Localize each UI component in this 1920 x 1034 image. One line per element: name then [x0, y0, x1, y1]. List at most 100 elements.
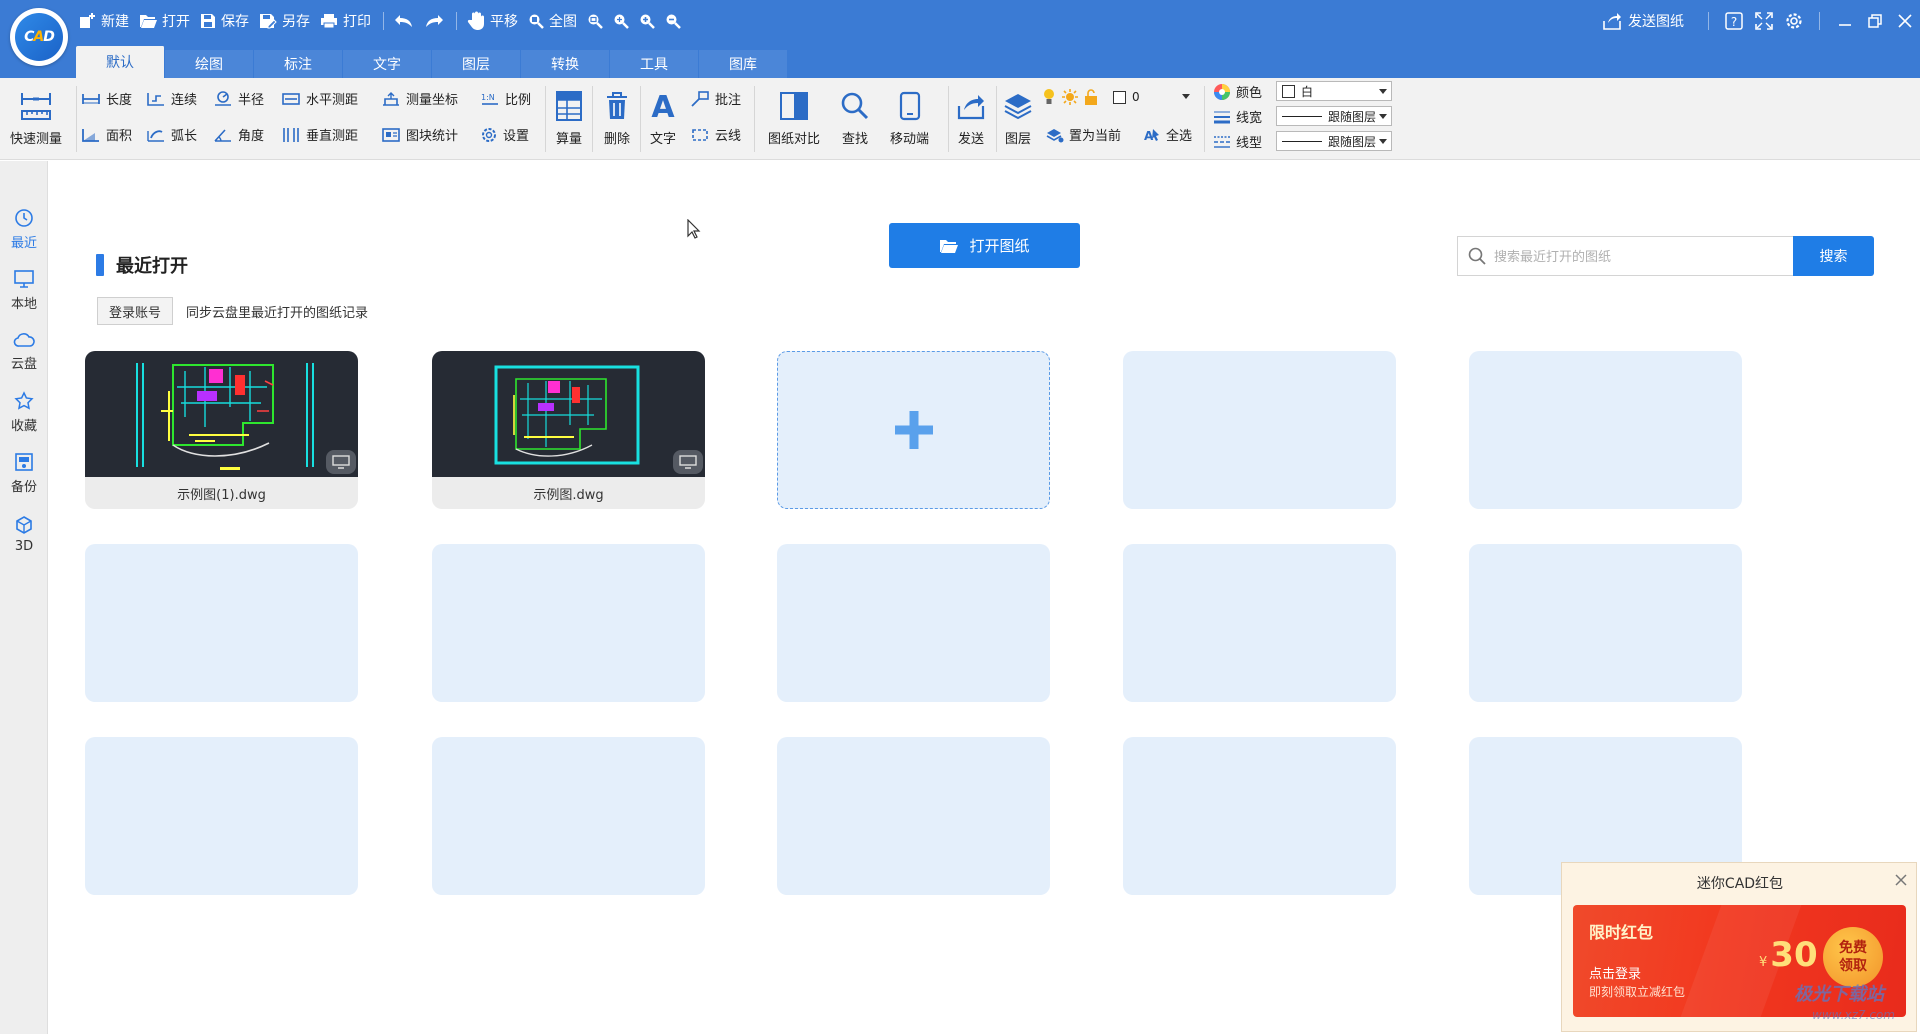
- save-as-button[interactable]: 另存: [259, 11, 310, 31]
- mouse-cursor-icon: [687, 219, 701, 239]
- length-button[interactable]: 长度: [81, 89, 132, 108]
- layer-state-group: [1042, 88, 1103, 106]
- drawing-compare-button[interactable]: 图纸对比: [768, 84, 820, 147]
- horizontal-distance-button[interactable]: 水平测距: [281, 89, 358, 108]
- section-title: 最近打开: [96, 252, 188, 278]
- vertical-distance-button[interactable]: 垂直测距: [281, 125, 358, 144]
- minimize-button[interactable]: [1830, 8, 1860, 34]
- recent-file-card[interactable]: 示例图(1).dwg: [85, 351, 358, 509]
- watermark-text: 极光下载站: [1794, 984, 1884, 1005]
- tab-tools[interactable]: 工具: [610, 50, 699, 78]
- save-button[interactable]: 保存: [200, 11, 249, 31]
- select-all-button[interactable]: A 全选: [1143, 125, 1192, 144]
- angle-button[interactable]: 角度: [213, 125, 264, 144]
- find-button[interactable]: 查找: [840, 84, 870, 147]
- popup-close-button[interactable]: [1894, 873, 1908, 891]
- continuous-button[interactable]: 连续: [146, 89, 197, 108]
- close-window-button[interactable]: [1890, 8, 1920, 34]
- nav-backup[interactable]: 备份: [0, 445, 48, 501]
- tab-draw[interactable]: 绘图: [165, 50, 254, 78]
- radius-button[interactable]: 半径: [213, 89, 264, 108]
- zoom-extents-button[interactable]: 全图: [528, 11, 577, 31]
- measure-settings-button[interactable]: 设置: [480, 125, 529, 144]
- restore-icon: [1868, 14, 1882, 28]
- claim-button[interactable]: 免费 领取: [1823, 927, 1883, 987]
- sun-icon[interactable]: [1061, 88, 1079, 106]
- revision-cloud-icon: [692, 128, 708, 141]
- zoom-in-button[interactable]: [639, 13, 655, 29]
- block-stats-icon: [382, 127, 400, 142]
- linewidth-select[interactable]: 跟随图层: [1276, 106, 1392, 126]
- zoom-realtime-button[interactable]: [613, 13, 629, 29]
- add-file-card[interactable]: [777, 351, 1050, 509]
- zoom-window-button[interactable]: [587, 13, 603, 29]
- nav-favorites[interactable]: 收藏: [0, 384, 48, 440]
- help-button[interactable]: ?: [1719, 8, 1749, 34]
- login-button[interactable]: 登录账号: [97, 297, 174, 325]
- linetype-select[interactable]: 跟随图层: [1276, 131, 1392, 151]
- calculate-button[interactable]: 算量: [552, 84, 586, 147]
- set-current-layer-icon: [1046, 128, 1064, 142]
- fullscreen-button[interactable]: [1749, 8, 1779, 34]
- layer-button[interactable]: 图层: [1003, 84, 1033, 147]
- sync-hint-text: 同步云盘里最近打开的图纸记录: [186, 306, 369, 321]
- file-name: 示例图(1).dwg: [177, 487, 266, 503]
- tab-text[interactable]: 文字: [343, 50, 432, 78]
- tab-layer[interactable]: 图层: [432, 50, 521, 78]
- quick-measure-button[interactable]: 快速测量: [10, 84, 62, 147]
- area-button[interactable]: 面积: [81, 125, 132, 144]
- delete-button[interactable]: 删除: [600, 84, 634, 147]
- cloud-line-button[interactable]: 云线: [690, 125, 741, 144]
- zoom-out-button[interactable]: [665, 13, 681, 29]
- red-packet-popup: 迷你CAD红包 限时红包 点击登录 即刻领取立减红包 ¥ 30 免费 领取: [1561, 862, 1917, 1032]
- annotate-button[interactable]: 批注: [690, 89, 741, 108]
- desktop-device-icon: [326, 450, 356, 474]
- restore-button[interactable]: [1860, 8, 1890, 34]
- send-drawing-button[interactable]: 发送图纸: [1602, 11, 1684, 31]
- layer-select[interactable]: 0: [1108, 87, 1194, 107]
- horizontal-distance-icon: [282, 92, 300, 105]
- tab-convert[interactable]: 转换: [521, 50, 610, 78]
- mobile-button[interactable]: 移动端: [890, 84, 929, 147]
- nav-recent[interactable]: 最近: [0, 201, 48, 257]
- lightbulb-icon[interactable]: [1042, 88, 1056, 106]
- measure-coordinate-button[interactable]: 测量坐标: [381, 89, 458, 108]
- app-logo[interactable]: CAD: [10, 8, 68, 66]
- arc-length-button[interactable]: 弧长: [146, 125, 197, 144]
- unlock-icon[interactable]: [1084, 88, 1098, 106]
- pan-button[interactable]: 平移: [467, 11, 518, 31]
- scale-button[interactable]: 1:N 比例: [480, 89, 531, 109]
- print-button[interactable]: 打印: [320, 11, 371, 31]
- gear-icon: [1786, 13, 1802, 29]
- nav-cloud[interactable]: 云盘: [0, 323, 48, 379]
- angle-icon: [214, 128, 231, 142]
- continuous-measure-icon: [147, 92, 164, 106]
- text-A-icon: A: [651, 91, 675, 121]
- new-button[interactable]: 新建: [78, 11, 129, 31]
- compare-icon: [780, 92, 808, 120]
- color-select[interactable]: 白: [1276, 81, 1392, 101]
- tab-library[interactable]: 图库: [699, 50, 788, 78]
- watermark-url: www.xz7.com: [1812, 1008, 1895, 1022]
- send-button[interactable]: 发送: [956, 84, 986, 147]
- set-current-button[interactable]: 置为当前: [1046, 125, 1121, 144]
- ribbon-separator: [1204, 86, 1205, 152]
- tab-dimension[interactable]: 标注: [254, 50, 343, 78]
- search-button[interactable]: 搜索: [1793, 236, 1874, 276]
- open-drawing-button[interactable]: 打开图纸: [889, 223, 1080, 268]
- search-input[interactable]: [1494, 248, 1774, 264]
- settings-button[interactable]: [1779, 8, 1809, 34]
- recent-file-card[interactable]: 示例图.dwg: [432, 351, 705, 509]
- undo-button[interactable]: [394, 14, 414, 28]
- text-button[interactable]: A 文字: [648, 84, 678, 147]
- redo-button[interactable]: [424, 14, 444, 28]
- arc-length-icon: [147, 129, 164, 142]
- chevron-down-icon: [1379, 89, 1387, 94]
- tab-default[interactable]: 默认: [76, 46, 165, 78]
- block-statistics-button[interactable]: 图块统计: [381, 125, 458, 144]
- nav-local[interactable]: 本地: [0, 262, 48, 318]
- color-swatch: [1282, 84, 1295, 98]
- nav-3d[interactable]: 3D: [0, 506, 48, 562]
- open-button[interactable]: 打开: [139, 11, 190, 31]
- close-icon: [1895, 874, 1907, 886]
